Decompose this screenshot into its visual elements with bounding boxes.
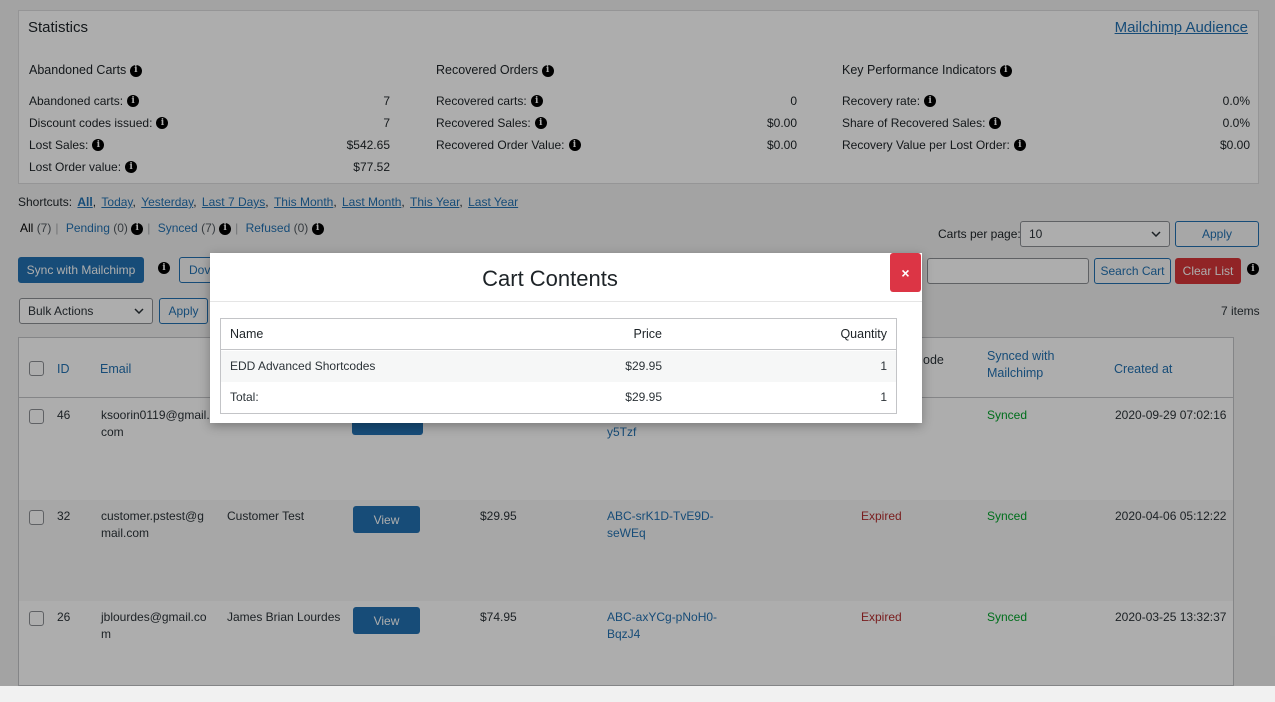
cart-items-table: Name Price Quantity EDD Advanced Shortco… — [220, 318, 897, 414]
header-quantity: Quantity — [840, 327, 887, 341]
total-label: Total: — [230, 390, 259, 404]
cart-total-row: Total: $29.95 1 — [221, 382, 896, 413]
cart-item-quantity: 1 — [880, 359, 887, 373]
modal-title: Cart Contents — [482, 266, 618, 291]
cart-item-name-link[interactable]: EDD Advanced Shortcodes — [230, 351, 375, 382]
header-name: Name — [230, 327, 264, 341]
cart-contents-modal: Cart Contents × Name Price Quantity EDD … — [210, 253, 922, 423]
cart-items-header: Name Price Quantity — [221, 319, 896, 350]
close-modal-button[interactable]: × — [890, 253, 921, 292]
header-price: Price — [633, 327, 662, 341]
total-price: $29.95 — [625, 390, 662, 404]
cart-item-row: EDD Advanced Shortcodes $29.95 1 — [221, 351, 896, 382]
modal-divider — [210, 301, 922, 302]
close-icon: × — [901, 264, 910, 281]
cart-item-price: $29.95 — [625, 359, 662, 373]
total-quantity: 1 — [880, 390, 887, 404]
